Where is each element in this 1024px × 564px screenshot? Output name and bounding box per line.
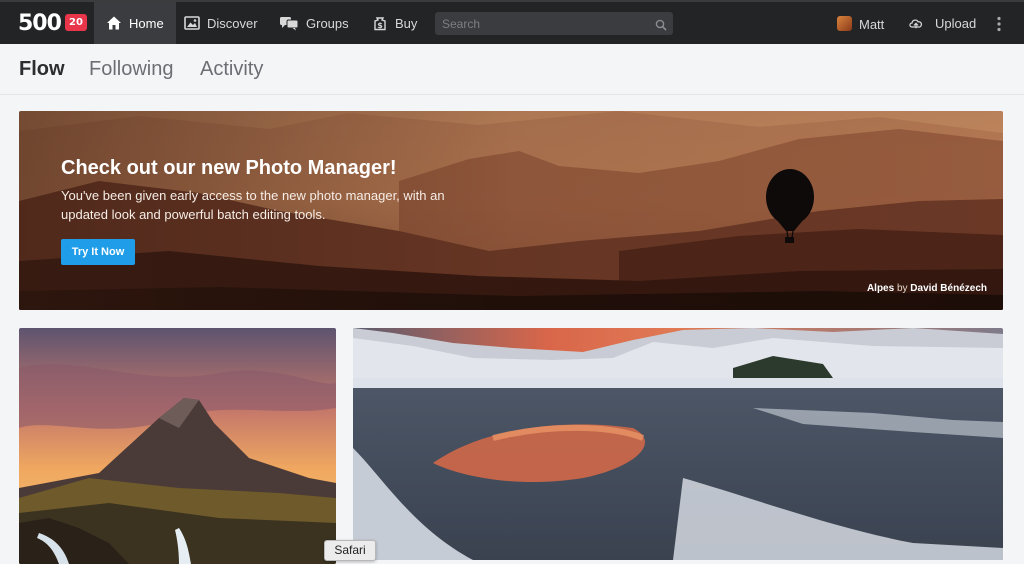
nav-buy-label: Buy [395,15,418,31]
tab-activity[interactable]: Activity [200,58,263,81]
feed-tabs: Flow Following Activity [0,44,1024,95]
avatar[interactable] [837,16,852,31]
upload-button[interactable]: Upload [908,2,976,44]
banner-description: You've been given early access to the ne… [61,188,445,222]
more-vertical-icon[interactable] [996,16,1002,32]
logo-badge: 20 [65,14,87,31]
tab-flow[interactable]: Flow [19,58,65,81]
tooltip: Safari [324,540,376,561]
user-menu-name[interactable]: Matt [859,17,884,32]
credit-author[interactable]: David Bénézech [910,283,987,294]
credit-title[interactable]: Alpes [867,283,894,294]
image-icon [184,15,200,31]
nav-discover-label: Discover [207,15,258,31]
home-icon [106,15,122,31]
svg-text:$: $ [377,21,383,30]
nav-item-home[interactable]: Home [94,2,176,44]
nav-item-groups[interactable]: Groups [267,2,361,44]
search-icon[interactable] [655,18,667,31]
try-it-now-button[interactable]: Try It Now [61,239,135,265]
dollar-bag-icon: $ [372,15,388,31]
logo-text: 500 [18,11,62,36]
banner-title: Check out our new Photo Manager! [61,157,397,179]
cloud-upload-icon [908,15,928,31]
photo-thumbnail-mountain[interactable] [19,328,336,564]
brand-logo[interactable]: 500 20 [18,11,87,36]
nav-groups-label: Groups [306,15,349,31]
credit-by: by [896,283,908,294]
search-input[interactable] [435,12,673,35]
photo-thumbnail-lake[interactable] [353,328,1003,560]
top-navigation-bar: 500 20 Home Discover Groups $ Buy Matt [0,0,1024,44]
upload-label: Upload [935,15,977,31]
frozen-lake-image [353,328,1003,560]
nav-item-buy[interactable]: $ Buy [360,2,429,44]
nav-item-discover[interactable]: Discover [172,2,270,44]
mountain-sunset-image [19,328,336,564]
tab-following[interactable]: Following [89,58,173,81]
chat-icon [279,15,299,31]
promo-banner: Check out our new Photo Manager! You've … [19,111,1003,310]
photo-credit[interactable]: Alpes by David Bénézech [867,283,987,294]
nav-home-label: Home [129,15,164,31]
